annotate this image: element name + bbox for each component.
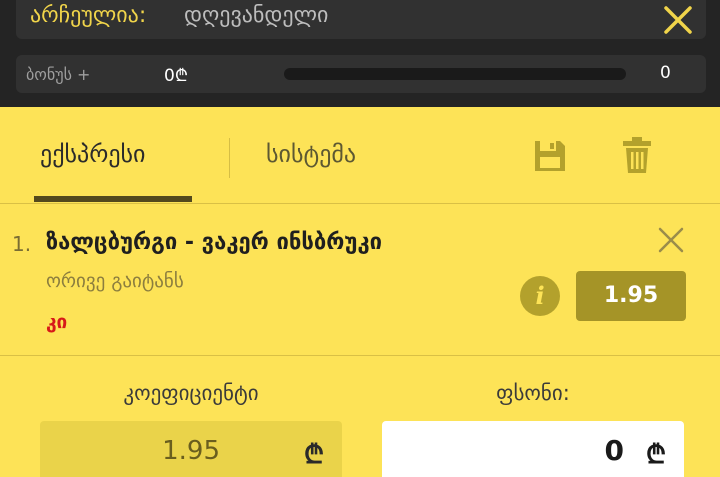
trash-icon[interactable] — [622, 136, 652, 174]
save-icon[interactable] — [532, 138, 568, 174]
info-icon[interactable]: i — [520, 276, 560, 316]
event-pick: კი — [46, 311, 68, 333]
stake-value[interactable]: 0 — [605, 434, 624, 467]
stake-label: ფსონი: — [496, 381, 570, 405]
coefficient-value: 1.95 — [162, 436, 220, 466]
event-odds-button[interactable]: 1.95 — [576, 271, 686, 321]
tab-divider — [229, 138, 230, 178]
remove-event-icon[interactable] — [656, 225, 686, 255]
active-tab-indicator — [34, 196, 192, 202]
coefficient-field: 1.95 ₾ — [40, 421, 342, 477]
stake-input[interactable]: 0 ₾ — [382, 421, 684, 477]
lari-currency-icon: ₾ — [303, 440, 324, 470]
selection-label: არჩეულია: — [30, 3, 147, 28]
close-icon[interactable] — [662, 4, 694, 36]
divider — [0, 355, 720, 356]
bonus-amount: 0₾ — [164, 66, 188, 86]
event-number: 1. — [12, 232, 32, 256]
tab-express[interactable]: ექსპრესი — [40, 140, 145, 168]
event-title: ზალცბურგი - ვაკერ ინსბრუკი — [46, 230, 382, 255]
coefficient-label: კოეფიციენტი — [123, 381, 259, 405]
selection-value[interactable]: დღევანდელი — [184, 3, 328, 28]
event-market: ორივე გაიტანს — [46, 270, 184, 292]
bonus-progress-bar — [284, 68, 626, 80]
tab-system[interactable]: სისტემა — [266, 140, 356, 168]
lari-currency-icon: ₾ — [645, 440, 666, 470]
bonus-count: 0 — [660, 63, 671, 83]
divider — [0, 203, 720, 204]
bonus-label: ბონუს + — [26, 65, 91, 84]
